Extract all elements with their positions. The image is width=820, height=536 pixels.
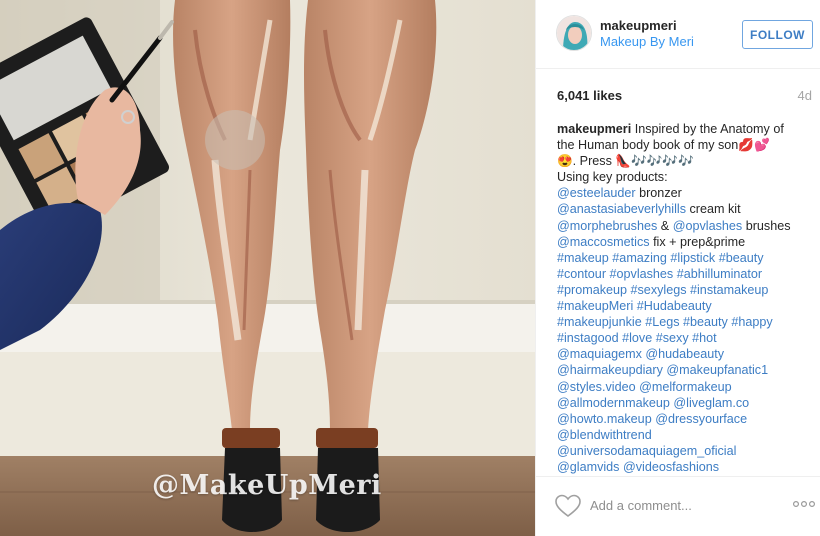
caption-line: 😍. Press 👠🎶🎶🎶🎶 <box>557 154 694 169</box>
post-full-name[interactable]: Makeup By Meri <box>600 34 694 49</box>
caption-product-line: @maccosmetics fix + prep&prime <box>557 234 819 250</box>
mention-link[interactable]: @morphebrushes <box>557 219 657 233</box>
legs-anatomy-photo <box>0 0 535 536</box>
more-options-icon[interactable] <box>792 497 816 511</box>
caption-products-intro: Using key products: <box>557 170 668 185</box>
mention-line[interactable]: @styles.video @melformakeup <box>557 379 819 395</box>
mention-line[interactable]: @blendwithtrend <box>557 427 819 443</box>
post-age[interactable]: 4d <box>798 88 812 103</box>
post-header: makeupmeri Makeup By Meri FOLLOW <box>536 0 820 69</box>
mention-line[interactable]: @hairmakeupdiary @makeupfanatic1 <box>557 362 819 378</box>
product-conjunction: & <box>660 218 670 233</box>
mention-link[interactable]: @anastasiabeverlyhills <box>557 202 686 216</box>
caption-line: the Human body book of my son💋💕 <box>557 138 770 153</box>
post-caption: makeupmeri Inspired by the Anatomy of th… <box>557 121 819 475</box>
mention-link[interactable]: @maccosmetics <box>557 235 650 249</box>
product-note: bronzer <box>639 186 682 201</box>
heart-icon[interactable] <box>555 494 581 518</box>
mention-link[interactable]: @opvlashes <box>673 219 743 233</box>
mention-line[interactable]: @universodamaquiagem_oficial <box>557 443 819 459</box>
comment-input[interactable] <box>590 493 770 517</box>
mention-line[interactable]: @glamvids @videosfashions <box>557 459 819 475</box>
post-username[interactable]: makeupmeri <box>600 18 677 33</box>
caption-line: makeupmeri Inspired by the Anatomy of <box>557 121 819 137</box>
product-note: fix + prep&prime <box>653 234 746 249</box>
hashtag-line[interactable]: #contour #opvlashes #abhilluminator <box>557 266 819 282</box>
caption-product-line: @esteelauder bronzer <box>557 185 819 201</box>
caption-product-line: @morphebrushes & @opvlashes brushes <box>557 218 819 234</box>
hashtag-line[interactable]: #makeup #amazing #lipstick #beauty <box>557 250 819 266</box>
caption-text: Inspired by the Anatomy of <box>634 122 784 136</box>
user-avatar[interactable] <box>556 15 592 51</box>
hashtag-line[interactable]: #makeupjunkie #Legs #beauty #happy <box>557 314 819 330</box>
product-note: brushes <box>745 218 791 233</box>
caption-username[interactable]: makeupmeri <box>557 122 631 136</box>
mention-link[interactable]: @esteelauder <box>557 186 636 200</box>
avatar-image <box>557 16 591 50</box>
caption-product-line: @anastasiabeverlyhills cream kit <box>557 201 819 217</box>
mention-line[interactable]: @maquiagemx @hudabeauty <box>557 346 819 362</box>
likes-count[interactable]: 6,041 likes <box>557 88 622 103</box>
product-note: cream kit <box>689 202 741 217</box>
mention-line[interactable]: @howto.makeup @dressyourface <box>557 411 819 427</box>
post-footer <box>536 476 820 536</box>
mention-line[interactable]: @allmodernmakeup @liveglam.co <box>557 395 819 411</box>
instagram-post: @MakeUpMeri makeupmeri Makeup By Meri FO… <box>0 0 820 536</box>
image-watermark: @MakeUpMeri <box>152 470 382 501</box>
post-image[interactable]: @MakeUpMeri <box>0 0 535 536</box>
hashtag-line[interactable]: #makeupMeri #Hudabeauty <box>557 298 819 314</box>
follow-button[interactable]: FOLLOW <box>742 20 813 49</box>
hashtag-line[interactable]: #instagood #love #sexy #hot <box>557 330 819 346</box>
post-side-panel: makeupmeri Makeup By Meri FOLLOW 6,041 l… <box>535 0 820 536</box>
hashtag-line[interactable]: #promakeup #sexylegs #instamakeup <box>557 282 819 298</box>
